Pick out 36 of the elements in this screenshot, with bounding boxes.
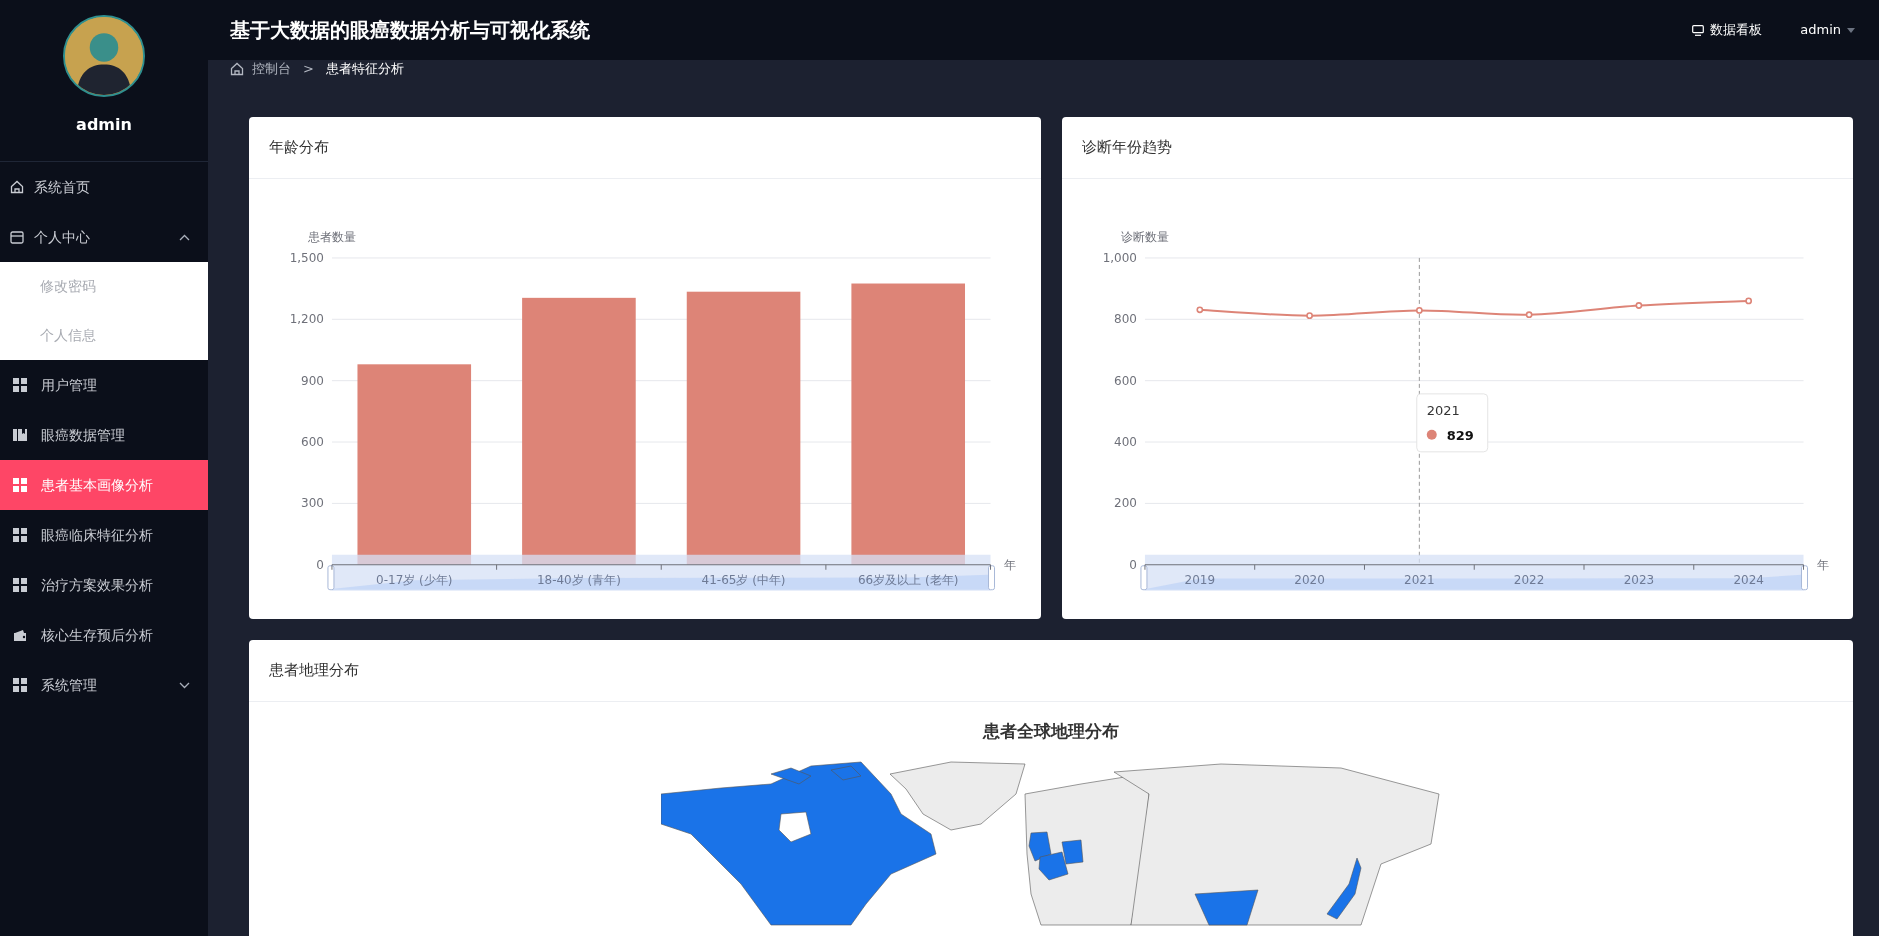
axis-tick-label: 600 <box>1113 373 1137 388</box>
axis-title: 年 <box>1816 557 1828 572</box>
axis-tick-label: 300 <box>301 496 324 511</box>
axis-tick-label: 41-65岁 (中年) <box>701 572 786 587</box>
axis-tick-label: 1,500 <box>289 250 324 265</box>
axis-tick-label: 2021 <box>1403 572 1435 587</box>
panel-title: 年龄分布 <box>269 137 329 159</box>
user-name: admin <box>76 114 132 136</box>
axis-tick-label: 2019 <box>1184 572 1215 587</box>
tooltip-title: 2021 <box>1426 402 1460 418</box>
axis-title: 患者数量 <box>307 229 356 244</box>
axis-title: 诊断数量 <box>1120 229 1169 244</box>
breadcrumb-separator: > <box>303 60 314 79</box>
app-title: 基于大数据的眼癌数据分析与可视化系统 <box>230 18 591 42</box>
axis-tick-label: 1,200 <box>289 312 324 327</box>
axis-tick-label: 2024 <box>1732 572 1764 587</box>
axis-tick-label: 0 <box>1128 557 1137 572</box>
axis-tick-label: 2020 <box>1293 572 1325 587</box>
axis-tick-label: 200 <box>1113 496 1137 511</box>
map-title: 患者全球地理分布 <box>981 719 1120 743</box>
axis-tick-label: 0-17岁 (少年) <box>376 572 453 587</box>
axis-tick-label: 66岁及以上 (老年) <box>858 572 959 587</box>
axis-tick-label: 800 <box>1113 312 1137 327</box>
axis-tick-label: 0 <box>316 557 324 572</box>
breadcrumb-current: 患者特征分析 <box>325 60 404 79</box>
panel-title: 患者地理分布 <box>269 659 359 681</box>
panel-title: 诊断年份趋势 <box>1081 137 1172 159</box>
axis-tick-label: 18-40岁 (青年) <box>536 572 621 587</box>
axis-tick-label: 900 <box>301 373 324 388</box>
axis-tick-label: 400 <box>1113 435 1137 450</box>
axis-tick-label: 1,000 <box>1102 250 1137 265</box>
axis-title: 年 <box>1003 557 1016 572</box>
axis-tick-label: 2023 <box>1623 572 1654 587</box>
axis-tick-label: 600 <box>301 435 324 450</box>
tooltip-value: 829 <box>1446 427 1474 443</box>
axis-tick-label: 2022 <box>1513 572 1544 587</box>
